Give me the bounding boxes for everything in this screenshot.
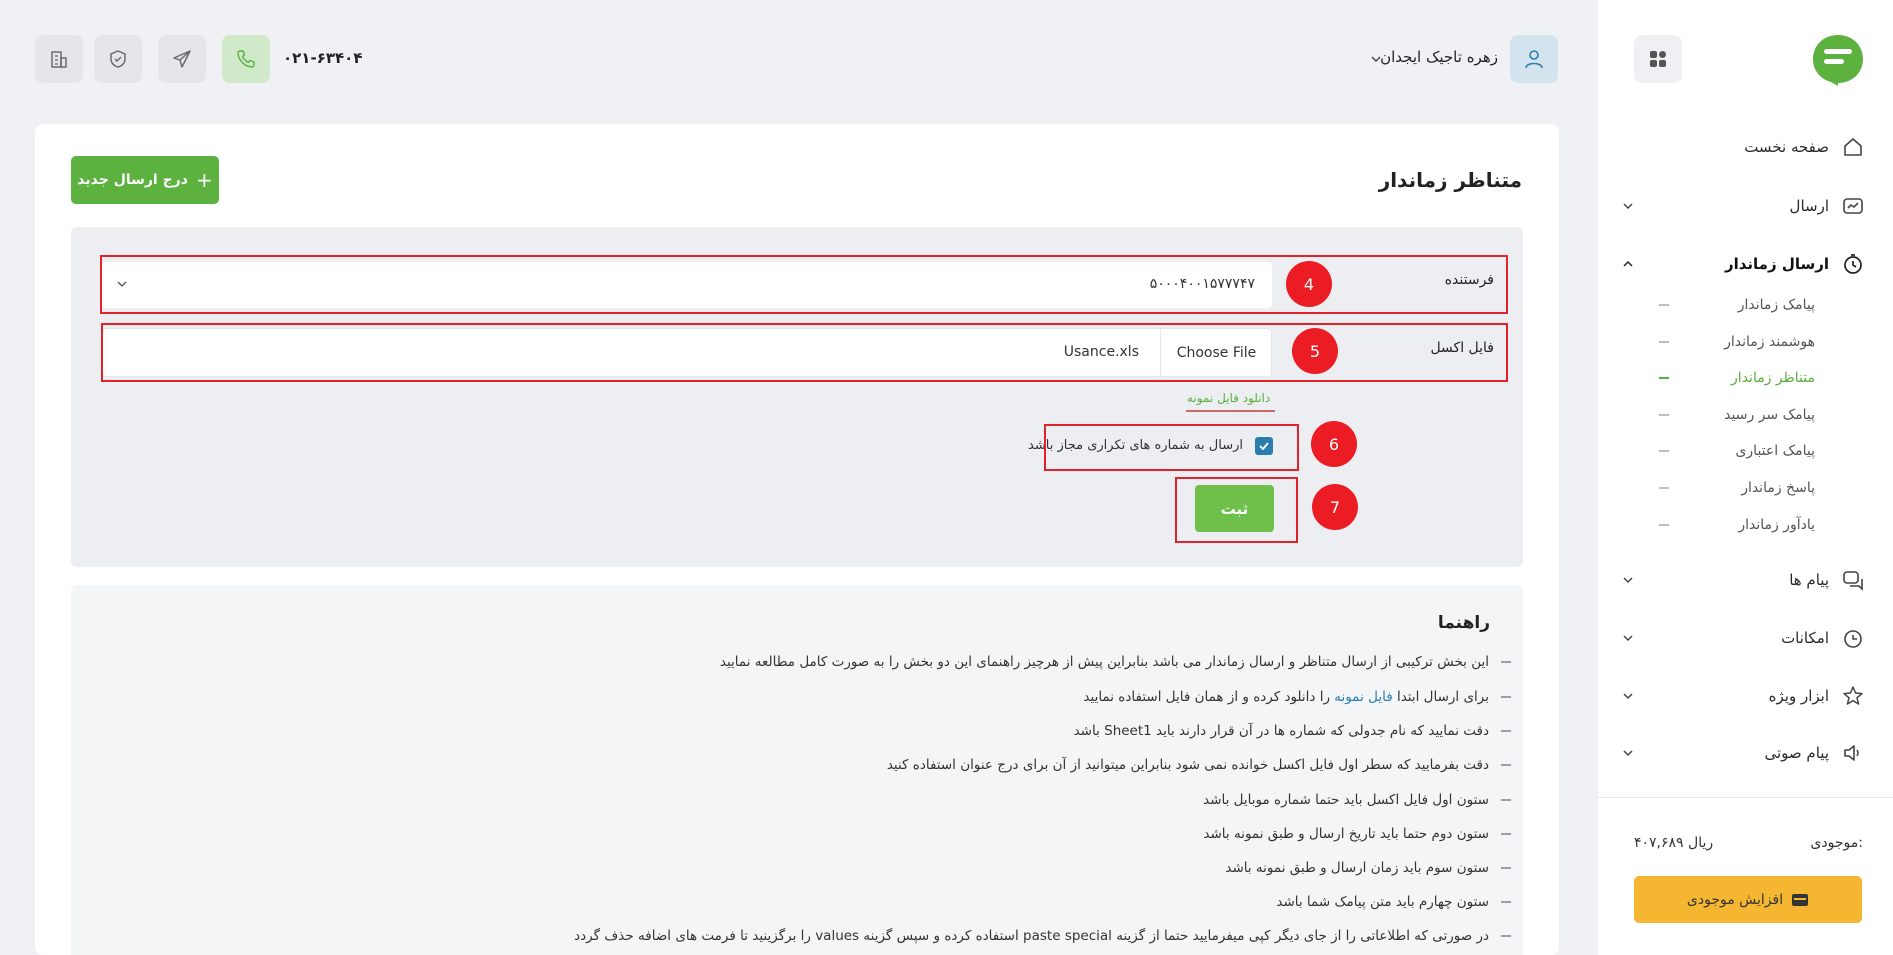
guide-item: دقت نمایید که نام جدولی که شماره ها در آ… [1074,719,1511,743]
guide-item: برای ارسال ابتدا فایل نمونه را دانلود کر… [1083,685,1511,709]
sidebar-subitem[interactable]: پیامک سر رسید [1659,400,1859,430]
sidebar-subitem[interactable]: هوشمند زماندار [1659,327,1859,357]
speaker-icon [1841,741,1865,765]
security-button[interactable] [94,35,142,83]
add-balance-button[interactable]: افزایش موجودی [1634,876,1862,923]
chevron-up-icon [1623,260,1633,267]
sidebar-item-label: امکانات [1781,629,1829,647]
apps-grid-button[interactable] [1634,35,1682,83]
sidebar-item-label: ابزار ویژه [1768,687,1829,705]
sidebar-subitem[interactable]: پیامک اعتباری [1659,436,1859,466]
guide-item: ستون سوم باید زمان ارسال و طبق نمونه باش… [1225,856,1511,880]
annotation-underline [1186,410,1275,412]
chevron-down-icon [1623,693,1633,700]
chevron-down-icon[interactable] [1370,53,1382,65]
sidebar-item-label: پیام صوتی [1764,744,1830,762]
timer-icon [1841,252,1865,276]
shield-icon [110,50,126,68]
balance-label: موجودی: [1810,835,1863,851]
apps-grid-icon [1650,51,1666,67]
chevron-down-icon [1623,750,1633,757]
sidebar-subitem[interactable]: پیامک زماندار [1659,290,1859,320]
sidebar-item-label: ارسال زماندار [1724,255,1829,273]
chevron-down-icon [1623,577,1633,584]
annotation-box-submit [1175,477,1298,543]
star-icon [1841,684,1865,708]
building-icon [51,51,67,68]
support-phone-number: ۰۲۱-۶۳۴۰۴ [283,49,363,67]
features-icon [1841,626,1865,650]
sidebar-subitem-label: پیامک سر رسید [1724,407,1815,423]
chevron-down-icon [1623,203,1633,210]
sidebar-subitem-active[interactable]: متناظر زماندار [1659,363,1859,393]
chevron-down-icon [1623,635,1633,642]
user-avatar[interactable] [1510,35,1558,83]
annotation-badge-4: 4 [1286,261,1332,307]
guide-item: ستون چهارم باید متن پیامک شما باشد [1276,890,1511,914]
annotation-box-checkbox [1044,424,1299,471]
sidebar-item-home[interactable]: صفحه نخست [1615,127,1865,167]
phone-icon [237,50,255,68]
sidebar-subitem-label: یادآور زماندار [1738,517,1815,533]
home-icon [1841,135,1865,159]
plus-icon: + [195,168,213,192]
sidebar-subitem[interactable]: یادآور زماندار [1659,510,1859,540]
annotation-badge-6: 6 [1311,421,1357,467]
sidebar-item-send[interactable]: ارسال [1615,186,1865,226]
page-title: متناظر زماندار [1378,168,1522,192]
sidebar-item-label: پیام ها [1789,571,1829,589]
guide-item: دقت بفرمایید که سطر اول فایل اکسل خوانده… [887,753,1511,777]
balance-value: ۴۰۷,۶۸۹ ریال [1634,835,1714,851]
sidebar-subitem-label: پاسخ زماندار [1741,480,1815,496]
messages-icon [1841,568,1865,592]
sidebar-divider [1598,797,1893,798]
phone-button[interactable] [222,35,270,83]
user-name[interactable]: زهره تاجیک ایجدان [1380,48,1498,66]
send-chart-icon [1841,194,1865,218]
sidebar-subitem-label: پیامک اعتباری [1735,443,1815,459]
sidebar-item-features[interactable]: امکانات [1615,618,1865,658]
annotation-badge-5: 5 [1292,328,1338,374]
guide-item: این بخش ترکیبی از ارسال متناظر و ارسال ز… [720,650,1511,674]
paper-plane-icon [173,50,191,68]
new-send-label: درج ارسال جدید [77,172,188,188]
annotation-badge-7: 7 [1312,484,1358,530]
wallet-icon [1792,893,1809,906]
logo[interactable] [1811,33,1865,87]
user-icon [1525,50,1543,69]
guide-item: ستون اول فایل اکسل باید حتما شماره موبای… [1203,788,1511,812]
sidebar-item-special-tools[interactable]: ابزار ویژه [1615,676,1865,716]
sidebar-subitem[interactable]: پاسخ زماندار [1659,473,1859,503]
guide-title: راهنما [1437,613,1490,633]
guide-item: در صورتی که اطلاعاتی را از جای دیگر کپی … [574,924,1511,948]
sidebar-subitem-label: پیامک زماندار [1737,297,1815,313]
add-balance-label: افزایش موجودی [1686,891,1784,908]
sidebar-item-label: صفحه نخست [1744,138,1829,156]
sidebar-item-scheduled-send[interactable]: ارسال زماندار [1615,244,1865,284]
telegram-button[interactable] [158,35,206,83]
sample-file-link[interactable]: فایل نمونه [1334,689,1392,705]
sidebar-item-label: ارسال [1789,197,1829,215]
new-send-button[interactable]: + درج ارسال جدید [71,156,219,204]
download-sample-link[interactable]: دانلود فایل نمونه [1187,391,1270,405]
sidebar-item-messages[interactable]: پیام ها [1615,560,1865,600]
company-button[interactable] [35,35,83,83]
guide-item: ستون دوم حتما باید تاریخ ارسال و طبق نمو… [1203,822,1511,846]
sidebar-item-voice-message[interactable]: پیام صوتی [1615,733,1865,773]
sidebar-subitem-label: متناظر زماندار [1731,370,1815,386]
sidebar-subitem-label: هوشمند زماندار [1724,334,1815,350]
